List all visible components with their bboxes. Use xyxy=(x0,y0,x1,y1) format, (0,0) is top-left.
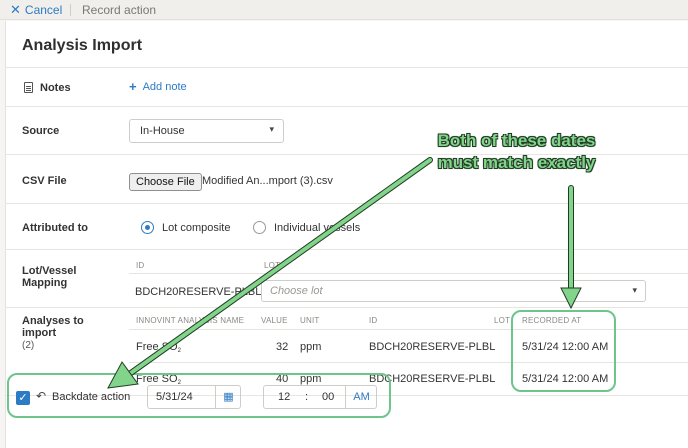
minute-field[interactable]: 00 xyxy=(322,391,334,403)
mapping-id-value: BDCH20RESERVE-PLBL xyxy=(135,286,262,298)
close-icon: ✕ xyxy=(10,2,21,17)
backdate-date-value: 5/31/24 xyxy=(156,391,193,403)
divider xyxy=(6,67,688,68)
row1-value: 32 xyxy=(276,341,289,353)
document-icon xyxy=(24,82,33,93)
radio-individual-vessels[interactable] xyxy=(253,221,266,234)
cancel-button[interactable]: ✕ Cancel xyxy=(10,2,62,18)
chevron-down-icon: ▾ xyxy=(269,124,274,134)
radio-lot-composite[interactable] xyxy=(141,221,154,234)
lot-placeholder: Choose lot xyxy=(270,285,323,297)
attributed-to-label: Attributed to xyxy=(22,222,88,234)
divider xyxy=(6,106,688,107)
radio-individual-vessels-label: Individual vessels xyxy=(274,222,361,234)
col-analysis-name: INNOVINT ANALYSIS NAME xyxy=(136,316,245,325)
csv-file-label: CSV File xyxy=(22,175,67,187)
recorded-at-highlight xyxy=(511,310,616,392)
analyses-count: (2) xyxy=(22,340,35,351)
radio-lot-composite-label: Lot composite xyxy=(162,222,231,234)
divider xyxy=(6,249,688,250)
col-unit: UNIT xyxy=(300,316,320,325)
source-select[interactable]: In-House ▾ xyxy=(129,119,284,143)
checkmark-icon: ✓ xyxy=(18,392,28,404)
mapping-col-lot: LOT xyxy=(264,261,281,270)
col-id: ID xyxy=(369,316,378,325)
row1-id: BDCH20RESERVE-PLBL xyxy=(369,341,496,353)
choose-file-button[interactable]: Choose File xyxy=(129,173,202,191)
plus-icon: + xyxy=(129,79,137,94)
analyses-label-line2: import xyxy=(22,327,57,339)
calendar-icon[interactable]: ▦ xyxy=(215,386,241,408)
col-lot: LOT xyxy=(494,316,511,325)
backdate-date-input[interactable]: 5/31/24 ▦ xyxy=(147,385,241,409)
mapping-label-line2: Mapping xyxy=(22,277,68,289)
undo-arrow-icon: ↶ xyxy=(36,389,47,403)
hour-field[interactable]: 12 xyxy=(278,391,290,403)
annotation-line1: Both of these dates xyxy=(437,131,596,150)
divider xyxy=(6,203,688,204)
divider xyxy=(6,307,688,308)
annotation-line2: must match exactly xyxy=(437,153,596,172)
top-bar: ✕ Cancel Record action xyxy=(0,0,688,20)
backdate-time-input: 12 : 00 AM xyxy=(263,385,377,409)
divider xyxy=(129,273,688,274)
ampm-toggle[interactable]: AM xyxy=(345,386,377,408)
row1-analysis-name: Free SO2 xyxy=(136,341,181,354)
cancel-label: Cancel xyxy=(24,3,63,17)
annotation-text: Both of these dates must match exactly xyxy=(414,130,619,174)
time-colon: : xyxy=(305,391,309,403)
mapping-col-id: ID xyxy=(136,261,145,270)
mapping-label-line1: Lot/Vessel xyxy=(22,265,77,277)
backdate-checkbox[interactable]: ✓ xyxy=(16,391,30,405)
add-note-button[interactable]: + Add note xyxy=(129,79,187,94)
chevron-down-icon: ▾ xyxy=(632,285,637,295)
topbar-divider xyxy=(70,4,71,16)
csv-file-name: Modified An...mport (3).csv xyxy=(202,175,333,187)
analyses-label-line1: Analyses to xyxy=(22,315,84,327)
source-label: Source xyxy=(22,125,60,137)
source-selected-value: In-House xyxy=(140,125,185,137)
col-value: VALUE xyxy=(261,316,288,325)
add-note-label: Add note xyxy=(142,81,187,93)
lot-select[interactable]: Choose lot ▾ xyxy=(261,280,646,302)
page-title: Analysis Import xyxy=(22,37,143,54)
row1-unit: ppm xyxy=(300,341,322,353)
backdate-label: Backdate action xyxy=(52,391,131,403)
notes-label: Notes xyxy=(40,82,71,94)
record-action-label: Record action xyxy=(82,3,157,17)
